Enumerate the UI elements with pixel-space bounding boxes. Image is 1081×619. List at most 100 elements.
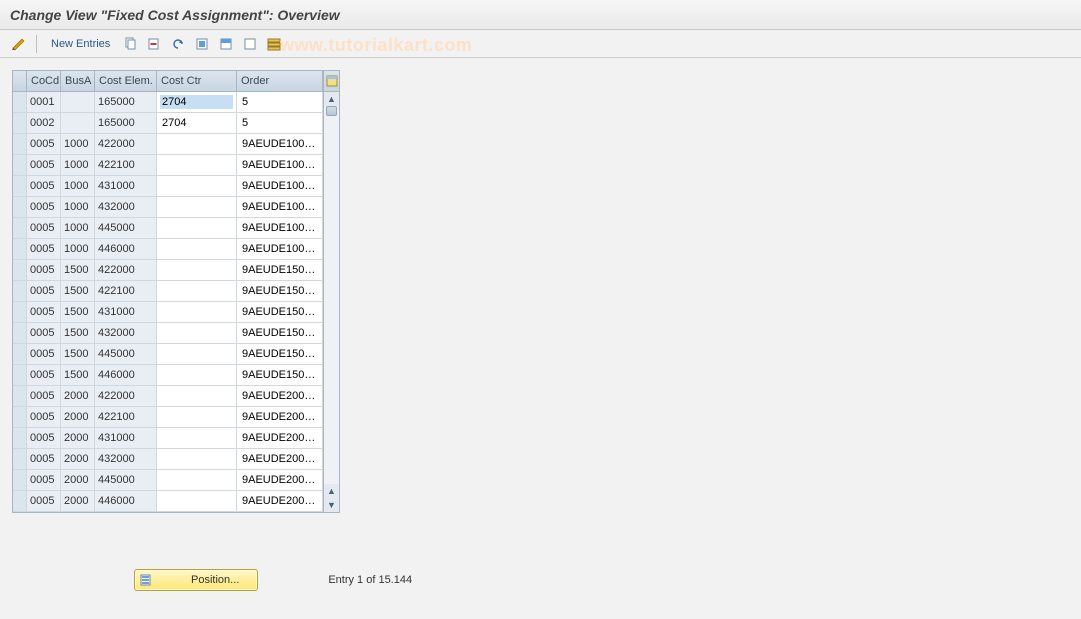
row-select-handle[interactable]: [13, 134, 27, 155]
cell-cost-ctr-input[interactable]: [160, 389, 233, 403]
cell-order[interactable]: [237, 218, 323, 239]
cell-order-input[interactable]: [240, 473, 319, 487]
row-select-handle[interactable]: [13, 197, 27, 218]
cell-cost-ctr-input[interactable]: [160, 305, 233, 319]
row-select-handle[interactable]: [13, 281, 27, 302]
cell-order-input[interactable]: [240, 221, 319, 235]
cell-cost-ctr[interactable]: [157, 134, 237, 155]
row-select-handle[interactable]: [13, 260, 27, 281]
cell-cost-ctr[interactable]: [157, 281, 237, 302]
cell-order[interactable]: [237, 470, 323, 491]
cell-cost-ctr-input[interactable]: [160, 326, 233, 340]
cell-cost-ctr-input[interactable]: [160, 473, 233, 487]
row-select-handle[interactable]: [13, 449, 27, 470]
row-select-handle[interactable]: [13, 323, 27, 344]
configure-columns-icon[interactable]: [324, 71, 339, 92]
cell-cost-ctr[interactable]: [157, 365, 237, 386]
cell-order-input[interactable]: [240, 95, 319, 109]
scroll-track[interactable]: [324, 106, 339, 484]
cell-cost-ctr[interactable]: [157, 470, 237, 491]
cell-cost-ctr-input[interactable]: [160, 179, 233, 193]
cell-cost-ctr[interactable]: [157, 218, 237, 239]
cell-cost-ctr[interactable]: [157, 113, 237, 134]
cell-order[interactable]: [237, 239, 323, 260]
header-cost-elem[interactable]: Cost Elem.: [95, 71, 157, 92]
cell-cost-ctr-input[interactable]: [160, 368, 233, 382]
row-select-handle[interactable]: [13, 155, 27, 176]
row-select-handle[interactable]: [13, 470, 27, 491]
position-button[interactable]: Position...: [134, 569, 258, 591]
header-cocd[interactable]: CoCd: [27, 71, 61, 92]
cell-cost-ctr-input[interactable]: [160, 347, 233, 361]
cell-order-input[interactable]: [240, 116, 319, 130]
cell-cost-ctr[interactable]: [157, 302, 237, 323]
toggle-display-icon[interactable]: [8, 34, 28, 54]
scroll-up-icon[interactable]: ▲: [324, 92, 339, 106]
delete-icon[interactable]: [144, 34, 164, 54]
scroll-thumb[interactable]: [326, 106, 337, 116]
cell-cost-ctr-input[interactable]: [160, 452, 233, 466]
cell-cost-ctr-input[interactable]: [160, 284, 233, 298]
cell-cost-ctr-input[interactable]: [160, 221, 233, 235]
cell-order[interactable]: [237, 197, 323, 218]
cell-cost-ctr-input[interactable]: [160, 137, 233, 151]
cell-order-input[interactable]: [240, 179, 319, 193]
cell-cost-ctr[interactable]: [157, 323, 237, 344]
row-select-handle[interactable]: [13, 92, 27, 113]
cell-cost-ctr-input[interactable]: [160, 95, 233, 109]
cell-order-input[interactable]: [240, 242, 319, 256]
cell-order[interactable]: [237, 407, 323, 428]
cell-cost-ctr-input[interactable]: [160, 200, 233, 214]
vertical-scrollbar[interactable]: ▲ ▲ ▼: [323, 71, 339, 512]
cell-order-input[interactable]: [240, 410, 319, 424]
row-select-handle[interactable]: [13, 113, 27, 134]
cell-cost-ctr[interactable]: [157, 386, 237, 407]
row-select-handle[interactable]: [13, 428, 27, 449]
cell-order[interactable]: [237, 386, 323, 407]
cell-cost-ctr-input[interactable]: [160, 431, 233, 445]
cell-order[interactable]: [237, 260, 323, 281]
row-select-handle[interactable]: [13, 344, 27, 365]
select-block-icon[interactable]: [216, 34, 236, 54]
cell-order-input[interactable]: [240, 200, 319, 214]
cell-order[interactable]: [237, 176, 323, 197]
cell-order[interactable]: [237, 155, 323, 176]
cell-order-input[interactable]: [240, 305, 319, 319]
cell-order-input[interactable]: [240, 431, 319, 445]
cell-order[interactable]: [237, 428, 323, 449]
copy-icon[interactable]: [120, 34, 140, 54]
header-select-all[interactable]: [13, 71, 27, 92]
row-select-handle[interactable]: [13, 218, 27, 239]
cell-order[interactable]: [237, 449, 323, 470]
cell-order[interactable]: [237, 92, 323, 113]
cell-order-input[interactable]: [240, 389, 319, 403]
scroll-down-icon[interactable]: ▼: [324, 498, 339, 512]
cell-order[interactable]: [237, 323, 323, 344]
cell-cost-ctr[interactable]: [157, 344, 237, 365]
cell-order[interactable]: [237, 344, 323, 365]
cell-order-input[interactable]: [240, 347, 319, 361]
cell-order-input[interactable]: [240, 368, 319, 382]
row-select-handle[interactable]: [13, 302, 27, 323]
cell-cost-ctr[interactable]: [157, 407, 237, 428]
cell-cost-ctr-input[interactable]: [160, 494, 233, 508]
cell-order[interactable]: [237, 365, 323, 386]
row-select-handle[interactable]: [13, 176, 27, 197]
header-cost-ctr[interactable]: Cost Ctr: [157, 71, 237, 92]
new-entries-button[interactable]: New Entries: [45, 35, 116, 53]
cell-order[interactable]: [237, 134, 323, 155]
row-select-handle[interactable]: [13, 386, 27, 407]
row-select-handle[interactable]: [13, 365, 27, 386]
cell-order-input[interactable]: [240, 452, 319, 466]
scroll-down-step-icon[interactable]: ▲: [324, 484, 339, 498]
cell-order-input[interactable]: [240, 326, 319, 340]
cell-order-input[interactable]: [240, 263, 319, 277]
cell-cost-ctr-input[interactable]: [160, 116, 233, 130]
cell-cost-ctr[interactable]: [157, 92, 237, 113]
cell-cost-ctr[interactable]: [157, 155, 237, 176]
cell-order-input[interactable]: [240, 494, 319, 508]
cell-cost-ctr-input[interactable]: [160, 263, 233, 277]
undo-icon[interactable]: [168, 34, 188, 54]
cell-cost-ctr[interactable]: [157, 239, 237, 260]
row-select-handle[interactable]: [13, 407, 27, 428]
